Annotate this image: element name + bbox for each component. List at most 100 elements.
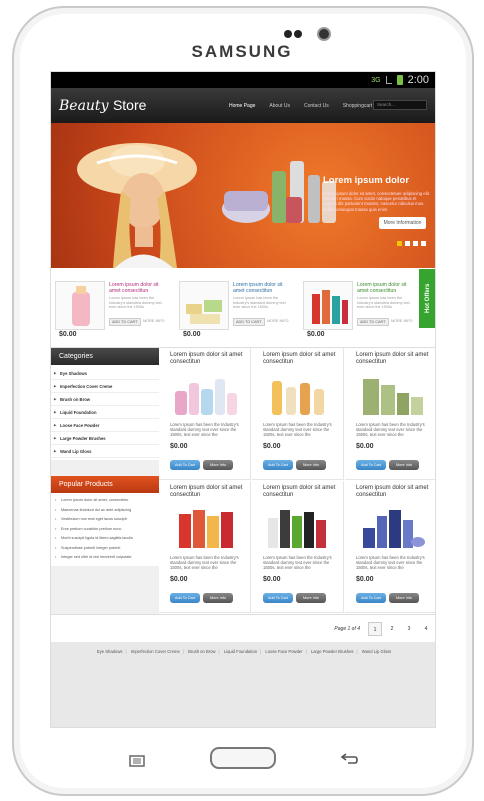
more-info-button[interactable]: More Info (203, 460, 233, 470)
footer-divider: | (305, 649, 307, 654)
product-image[interactable] (169, 373, 241, 418)
more-info-link[interactable]: MORE INFO (265, 318, 291, 324)
more-information-button[interactable]: More Information (379, 217, 426, 229)
product-title[interactable]: Lorem ipsum dolor sit amet consectitun (356, 352, 432, 366)
slider-dots (397, 241, 426, 246)
more-info-button[interactable]: More Info (296, 460, 326, 470)
product-image[interactable] (355, 506, 427, 551)
hot-offer-title[interactable]: Lorem ipsum dolor sit amet consectitun (233, 282, 293, 294)
home-button[interactable] (210, 747, 276, 769)
slider-dot[interactable] (405, 241, 410, 246)
add-to-cart-button[interactable]: Add To Cart (170, 593, 200, 603)
more-info-button[interactable]: More Info (389, 460, 419, 470)
add-to-cart-button[interactable]: Add To Cart (263, 460, 293, 470)
footer-divider: | (356, 649, 358, 654)
footer-link[interactable]: Loose Face Powder (265, 649, 302, 654)
product-title[interactable]: Lorem ipsum dolor sit amet consectitun (263, 485, 339, 499)
product-grid: Lorem ipsum dolor sit amet consectitun L… (159, 348, 435, 614)
slider-dot[interactable] (421, 241, 426, 246)
hot-offers-tab[interactable]: Hot Offers (419, 269, 435, 328)
hot-offer-title[interactable]: Lorem ipsum dolor sit amet consectitun (109, 282, 169, 294)
more-info-link[interactable]: MORE INFO (389, 318, 415, 324)
nav-home[interactable]: Home Page (229, 103, 255, 109)
add-to-cart-button[interactable]: ADD TO CART (357, 318, 389, 326)
category-link[interactable]: Loose Face Powder (51, 419, 159, 432)
nav-about[interactable]: About Us (269, 103, 290, 109)
logo-script: Beauty (59, 98, 109, 114)
more-info-link[interactable]: MORE INFO (141, 318, 167, 324)
category-link[interactable]: Eye Shadows (51, 367, 159, 380)
add-to-cart-button[interactable]: ADD TO CART (109, 318, 141, 326)
product-image[interactable] (262, 506, 334, 551)
logo-word: Store (112, 97, 147, 113)
popular-product-link[interactable]: Eros pretium curabitur pretium nunc (51, 525, 159, 535)
footer-link[interactable]: Large Powder Brushes (311, 649, 354, 654)
nav-contact[interactable]: Contact Us (304, 103, 329, 109)
product-desc: Lorem Ipsum has been the Industry's stan… (170, 422, 239, 437)
more-info-button[interactable]: More Info (296, 593, 326, 603)
add-to-cart-button[interactable]: Add To Cart (170, 460, 200, 470)
category-link[interactable]: Imperfection Cover Creme (51, 380, 159, 393)
product-title[interactable]: Lorem ipsum dolor sit amet consectitun (170, 485, 246, 499)
footer-link[interactable]: Brush on Brow (188, 649, 215, 654)
site-header: Beauty Store Home Page About Us Contact … (51, 88, 435, 123)
slider-dot[interactable] (413, 241, 418, 246)
footer: Eye Shadows | Imperfection Cover Creme | B… (51, 642, 435, 727)
footer-divider: | (182, 649, 184, 654)
hero-text: Lorem ipsum dolor sit amet, consectetuer… (323, 191, 430, 212)
category-link[interactable]: Wand Lip Gloss (51, 445, 159, 458)
page-link[interactable]: 1 (368, 621, 382, 636)
clock: 2:00 (407, 74, 429, 86)
product-card: Lorem ipsum dolor sit amet consectitun L… (252, 481, 344, 613)
page-link[interactable]: 2 (385, 622, 399, 636)
popular-product-link[interactable]: Integer sed nibh id nisi hendrerit vulpu… (51, 553, 159, 563)
add-to-cart-button[interactable]: Add To Cart (356, 593, 386, 603)
more-info-button[interactable]: More Info (203, 593, 233, 603)
product-desc: Lorem Ipsum has been the Industry's stan… (263, 422, 332, 437)
product-title[interactable]: Lorem ipsum dolor sit amet consectitun (356, 485, 432, 499)
popular-product-link[interactable]: Maecenas tincidunt dui ac ante adipiscin… (51, 506, 159, 516)
signal-indicator: 3G (371, 76, 381, 84)
product-card: Lorem ipsum dolor sit amet consectitun L… (345, 348, 435, 480)
page-link[interactable]: 3 (402, 622, 416, 636)
product-price: $0.00 (263, 443, 281, 450)
product-image[interactable] (179, 281, 229, 330)
status-bar: 3G 2:00 (51, 72, 435, 88)
popular-products-heading: Popular Products (51, 476, 159, 493)
popular-product-link[interactable]: Morbi suscipit ligula id libero sagittis… (51, 534, 159, 544)
site-logo[interactable]: Beauty Store (59, 97, 179, 114)
product-image[interactable] (262, 373, 334, 418)
product-image[interactable] (303, 281, 353, 330)
footer-link[interactable]: Eye Shadows (97, 649, 123, 654)
product-image[interactable] (355, 373, 427, 418)
popular-product-link[interactable]: Vestibulum non erat eget lacus suscipit (51, 515, 159, 525)
popular-product-link[interactable]: Lorem ipsum dolor sit amet, consectetur (51, 496, 159, 506)
add-to-cart-button[interactable]: Add To Cart (263, 593, 293, 603)
page-link[interactable]: 4 (419, 622, 433, 636)
footer-link[interactable]: Wand Lip Gloss (362, 649, 391, 654)
category-link[interactable]: Liquid Foundation (51, 406, 159, 419)
footer-divider: | (125, 649, 127, 654)
nav-cart[interactable]: Shoppingcart (343, 103, 372, 109)
category-link[interactable]: Large Powder Brushes (51, 432, 159, 445)
product-price: $0.00 (356, 443, 374, 450)
product-image[interactable] (55, 281, 105, 330)
add-to-cart-button[interactable]: Add To Cart (356, 460, 386, 470)
add-to-cart-button[interactable]: ADD TO CART (233, 318, 265, 326)
search-input[interactable]: Search... (373, 100, 427, 110)
footer-link[interactable]: Liquid Foundation (224, 649, 257, 654)
product-image[interactable] (169, 506, 241, 551)
product-card: Lorem ipsum dolor sit amet consectitun L… (345, 481, 435, 613)
product-title[interactable]: Lorem ipsum dolor sit amet consectitun (263, 352, 339, 366)
hot-offer-title[interactable]: Lorem ipsum dolor sit amet consectitun (357, 282, 417, 294)
back-icon[interactable] (340, 752, 358, 766)
popular-product-link[interactable]: Suspendisse potenti integer potenti (51, 544, 159, 554)
hot-offer-item: Lorem ipsum dolor sit amet consectitun L… (299, 269, 419, 348)
categories-heading: Categories (51, 348, 159, 365)
more-info-button[interactable]: More Info (389, 593, 419, 603)
footer-link[interactable]: Imperfection Cover Creme (131, 649, 180, 654)
menu-icon[interactable] (129, 755, 145, 767)
product-title[interactable]: Lorem ipsum dolor sit amet consectitun (170, 352, 246, 366)
slider-dot[interactable] (397, 241, 402, 246)
category-link[interactable]: Brush on Brow (51, 393, 159, 406)
